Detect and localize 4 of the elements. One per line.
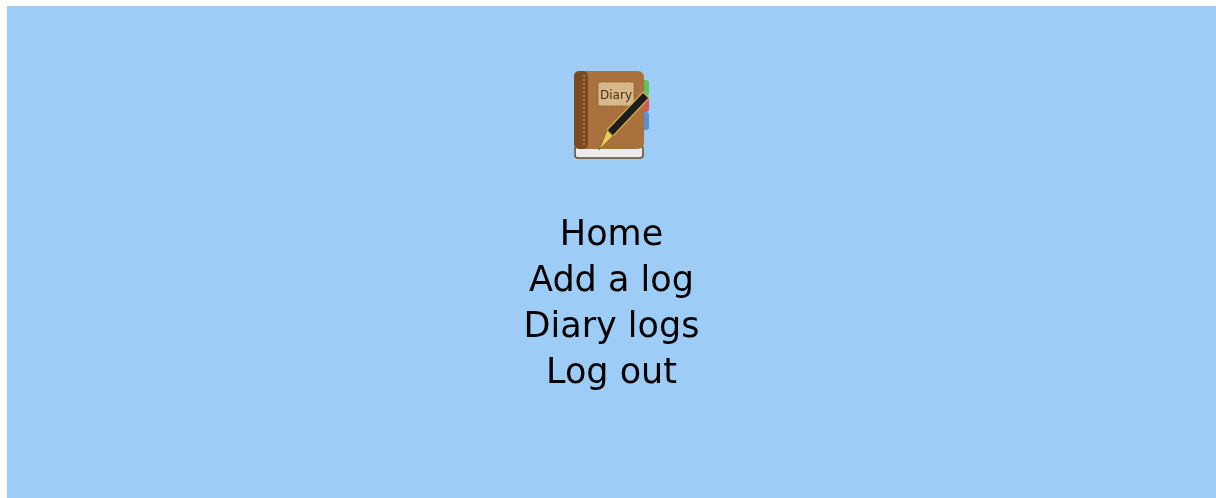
menu-link[interactable]: Add a log	[529, 256, 694, 302]
menu-link[interactable]: Log out	[546, 348, 677, 394]
menu-link[interactable]: Diary logs	[523, 302, 700, 348]
menu-link[interactable]: Home	[559, 210, 664, 256]
